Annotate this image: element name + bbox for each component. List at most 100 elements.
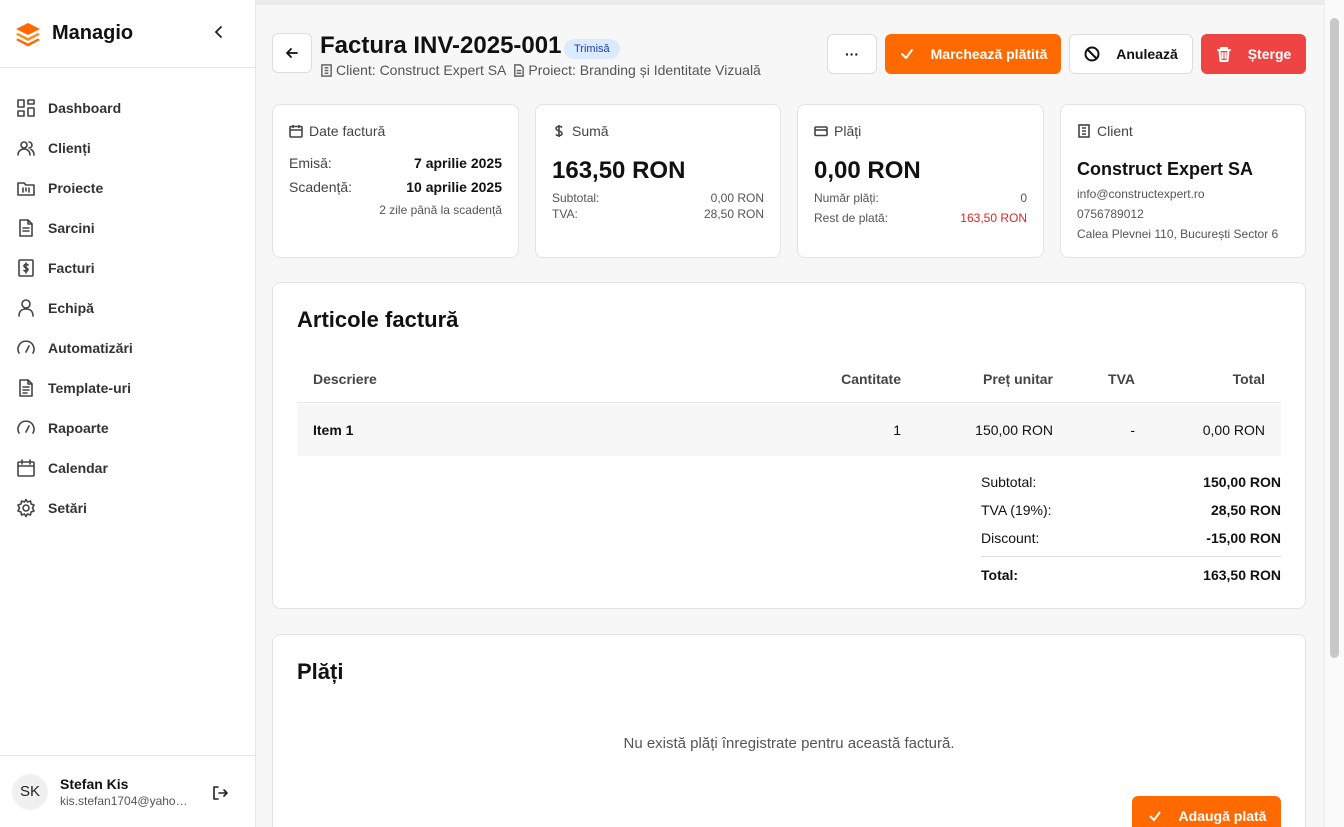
rest-label: Rest de plată: (814, 211, 889, 225)
sidebar-item-settings[interactable]: Setări (0, 488, 255, 528)
card-header: Plăți (814, 123, 861, 139)
sidebar-item-label: Template-uri (48, 380, 131, 396)
item-vat: - (1130, 422, 1135, 438)
client-email[interactable]: info@constructexpert.ro (1077, 187, 1205, 201)
mark-paid-button[interactable]: Marchează plătită (885, 34, 1061, 74)
card-title: Plăți (834, 123, 862, 139)
table-row: Item 1 1 150,00 RON - 0,00 RON (297, 404, 1281, 456)
rest-value: 163,50 RON (960, 211, 1027, 225)
client-name: Construct Expert SA (1077, 159, 1254, 179)
logout-icon[interactable] (211, 784, 229, 802)
status-badge: Trimisă (564, 39, 620, 59)
column-header-vat: TVA (1108, 370, 1135, 387)
cancel-invoice-button[interactable]: Anulează (1069, 34, 1193, 74)
sidebar-item-clients[interactable]: Clienți (0, 128, 255, 168)
issued-label: Emisă: (289, 155, 332, 171)
totals-divider (981, 556, 1281, 557)
template-icon (19, 379, 33, 397)
vat-row: TVA: 28,50 RON (552, 207, 764, 221)
card-title: Date factură (309, 123, 386, 139)
rest-row: Rest de plată: 163,50 RON (814, 211, 1027, 225)
card-title: Sumă (572, 123, 609, 139)
due-row: Scadență: 10 aprilie 2025 (289, 179, 502, 195)
sidebar-item-label: Facturi (48, 260, 95, 276)
more-actions-button[interactable]: ··· (827, 34, 877, 74)
sidebar-item-team[interactable]: Echipă (0, 288, 255, 328)
gauge-icon (17, 340, 35, 354)
check-icon (900, 49, 913, 59)
cancel-label: Anulează (1116, 46, 1178, 62)
totals-subtotal-value: 150,00 RON (1203, 474, 1281, 490)
arrow-left-icon (286, 48, 298, 58)
delete-button[interactable]: Șterge (1201, 34, 1306, 74)
add-payment-label: Adaugă plată (1178, 808, 1267, 824)
page-title: Factura INV-2025-001 (320, 32, 562, 59)
sidebar-item-label: Dashboard (48, 100, 122, 116)
gauge-icon (17, 420, 35, 434)
sidebar-item-dashboard[interactable]: Dashboard (0, 88, 255, 128)
column-header-description: Descriere (313, 370, 377, 387)
subtotal-label: Subtotal: (552, 191, 600, 205)
due-date: 10 aprilie 2025 (406, 179, 502, 195)
scrollbar-thumb[interactable] (1330, 18, 1339, 658)
credit-card-icon (814, 126, 828, 137)
client-link[interactable]: Client: Construct Expert SA (336, 62, 506, 78)
item-quantity: 1 (893, 422, 901, 438)
user-email: kis.stefan1704@yahoo.com (60, 793, 194, 808)
item-unit-price: 150,00 RON (975, 422, 1053, 438)
sidebar-item-invoices[interactable]: Facturi (0, 248, 255, 288)
building-icon (1078, 124, 1090, 138)
amount-card: Sumă 163,50 RON Subtotal: 0,00 RON TVA: … (535, 104, 781, 258)
document-icon (514, 63, 525, 77)
sidebar-item-tasks[interactable]: Sarcini (0, 208, 255, 248)
totals-vat-label: TVA (19%): (981, 502, 1052, 518)
section-title: Plăți (297, 659, 344, 684)
stack-logo-icon (16, 22, 40, 46)
main-content: Factura INV-2025-001 Trimisă Client: Con… (256, 0, 1324, 827)
sidebar-item-automations[interactable]: Automatizări (0, 328, 255, 368)
amount-total: 163,50 RON (552, 157, 686, 184)
scrollbar[interactable] (1324, 0, 1344, 827)
empty-state-message: Nu există plăți înregistrate pentru acea… (623, 735, 955, 752)
section-title: Articole factură (297, 307, 459, 332)
issued-row: Emisă: 7 aprilie 2025 (289, 155, 502, 171)
check-icon (1148, 811, 1161, 822)
due-note-row: 2 zile până la scadență (289, 203, 502, 217)
item-total: 0,00 RON (1202, 422, 1265, 438)
user-name: Stefan Kis (60, 775, 129, 792)
client-card: Client Construct Expert SA info@construc… (1060, 104, 1306, 258)
sidebar: Managio Dashboard Clienți Proiecte Sarci… (0, 0, 256, 827)
user-icon (18, 299, 34, 317)
subtotal-row: Subtotal: 0,00 RON (552, 191, 764, 205)
add-payment-button[interactable]: Adaugă plată (1132, 796, 1281, 827)
back-button[interactable] (272, 33, 312, 73)
totals-total-row: Total: 163,50 RON (981, 567, 1281, 583)
ban-icon (1084, 46, 1100, 62)
sidebar-item-reports[interactable]: Rapoarte (0, 408, 255, 448)
top-divider (256, 0, 1324, 5)
calendar-icon (289, 125, 303, 138)
sidebar-item-projects[interactable]: Proiecte (0, 168, 255, 208)
invoice-icon (18, 259, 34, 277)
vat-label: TVA: (552, 207, 578, 221)
sidebar-nav: Dashboard Clienți Proiecte Sarcini Factu… (0, 68, 255, 528)
card-header: Sumă (552, 123, 609, 139)
vat-value: 28,50 RON (703, 207, 764, 221)
invoice-meta: Client: Construct Expert SA Proiect: Bra… (320, 62, 761, 78)
totals-discount-label: Discount: (981, 530, 1040, 546)
sidebar-item-templates[interactable]: Template-uri (0, 368, 255, 408)
totals-vat-row: TVA (19%): 28,50 RON (981, 502, 1281, 518)
sidebar-item-calendar[interactable]: Calendar (0, 448, 255, 488)
payments-card: Plăți 0,00 RON Număr plăți: 0 Rest de pl… (797, 104, 1044, 258)
chevron-left-icon[interactable] (211, 24, 227, 40)
delete-label: Șterge (1247, 46, 1292, 62)
sidebar-item-label: Clienți (48, 140, 91, 156)
totals-subtotal-label: Subtotal: (981, 474, 1037, 490)
sidebar-item-label: Proiecte (48, 180, 104, 196)
sidebar-item-label: Rapoarte (48, 420, 109, 436)
app-name: Managio (52, 22, 134, 44)
due-label: Scadență: (289, 179, 353, 195)
count-value: 0 (1020, 191, 1027, 205)
project-link[interactable]: Proiect: Branding și Identitate Vizuală (528, 62, 760, 78)
card-header: Date factură (289, 123, 385, 139)
